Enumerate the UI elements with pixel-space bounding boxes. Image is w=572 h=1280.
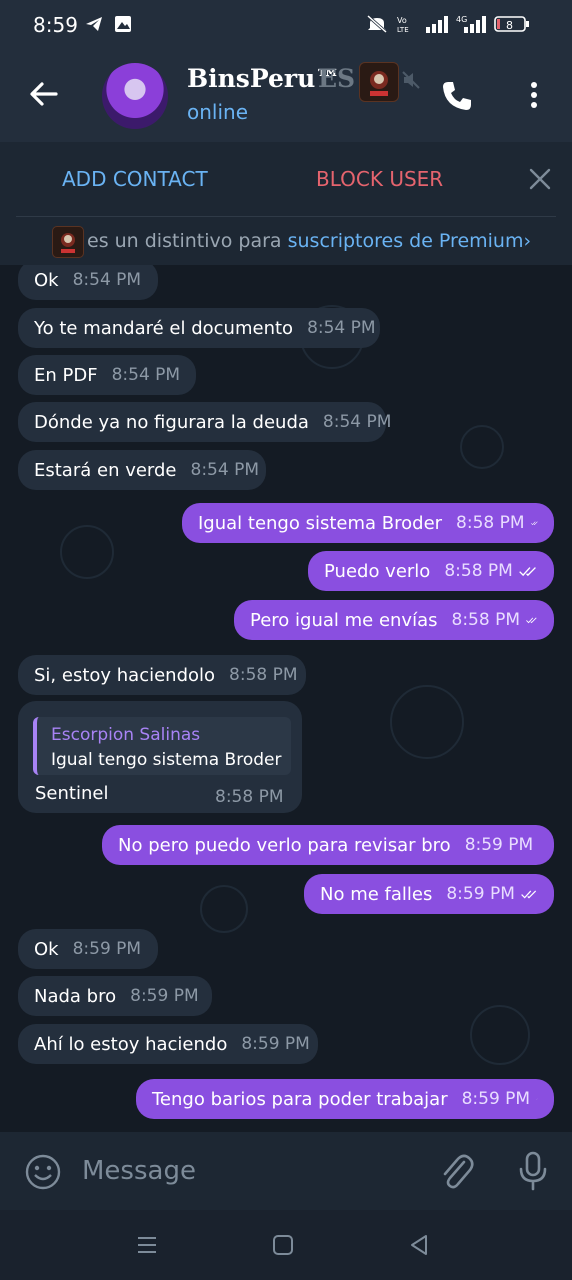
- double-check-icon: [530, 521, 538, 525]
- add-contact-button[interactable]: ADD CONTACT: [62, 167, 208, 191]
- mic-icon[interactable]: [516, 1150, 550, 1192]
- message-out[interactable]: No me falles 8:59 PM: [304, 874, 554, 914]
- message-in[interactable]: Ok 8:54 PM: [18, 265, 158, 300]
- premium-banner[interactable]: es un distintivo para suscriptores de Pr…: [0, 217, 572, 265]
- double-check-icon: [519, 567, 536, 577]
- message-in[interactable]: Ok 8:59 PM: [18, 929, 158, 969]
- message-in[interactable]: Dónde ya no figurara la deuda 8:54 PM: [18, 402, 391, 442]
- message-out[interactable]: No pero puedo verlo para revisar bro 8:59…: [102, 825, 554, 865]
- background-doodle: [470, 1005, 530, 1065]
- more-vert-icon[interactable]: [526, 80, 542, 110]
- recent-apps-icon[interactable]: [136, 1234, 158, 1256]
- premium-emoji-badge-icon: [359, 62, 399, 102]
- message-in[interactable]: Yo te mandaré el documento 8:54 PM: [18, 308, 380, 348]
- phone-icon[interactable]: [440, 79, 474, 113]
- volte-icon: VoLTE: [397, 16, 409, 34]
- contact-action-bar: ADD CONTACT BLOCK USER: [0, 142, 572, 218]
- back-nav-icon[interactable]: [408, 1234, 430, 1256]
- chevron-right-icon: ›: [523, 230, 532, 252]
- signal-4g-icon: 4G: [456, 15, 486, 33]
- chat-status: online: [187, 100, 249, 124]
- message-composer: [0, 1132, 572, 1210]
- battery-level: 8: [506, 19, 513, 32]
- emoji-icon[interactable]: [24, 1153, 62, 1191]
- message-in-reply[interactable]: Escorpion Salinas Igual tengo sistema Br…: [18, 701, 302, 813]
- signal-icon: [426, 16, 448, 33]
- double-check-icon: [521, 890, 536, 899]
- chat-header: BinsPeru™ ES online: [0, 50, 572, 142]
- premium-emoji-small-icon: [52, 226, 84, 258]
- message-in[interactable]: Si, estoy haciendolo 8:58 PM: [18, 655, 306, 695]
- single-check-icon: [536, 1098, 538, 1100]
- battery-icon: 8: [494, 16, 529, 32]
- block-user-button[interactable]: BLOCK USER: [316, 167, 443, 191]
- reply-message-time: 8:58 PM: [215, 787, 284, 807]
- message-input[interactable]: [80, 1150, 424, 1192]
- gallery-notification-icon: [115, 16, 131, 32]
- message-out[interactable]: Tengo barios para poder trabajar 8:59 PM: [136, 1079, 554, 1119]
- svg-text:LTE: LTE: [397, 26, 409, 34]
- message-in[interactable]: En PDF 8:54 PM: [18, 355, 196, 395]
- close-icon[interactable]: [529, 168, 551, 190]
- message-in[interactable]: Nada bro 8:59 PM: [18, 976, 212, 1016]
- svg-text:Vo: Vo: [397, 16, 407, 25]
- silent-icon: [367, 14, 387, 34]
- back-arrow-icon[interactable]: [26, 76, 62, 112]
- chat-messages[interactable]: Ok 8:54 PM Yo te mandaré el documento 8:54…: [0, 265, 572, 1132]
- reply-quote-name: Escorpion Salinas: [51, 725, 201, 745]
- message-out[interactable]: Pero igual me envías 8:58 PM: [234, 600, 554, 640]
- attach-icon[interactable]: [440, 1152, 474, 1190]
- premium-banner-link[interactable]: suscriptores de Premium: [288, 230, 524, 252]
- status-time: 8:59: [33, 13, 78, 37]
- background-doodle: [60, 525, 114, 579]
- message-in[interactable]: Estará en verde 8:54 PM: [18, 450, 266, 490]
- svg-text:4G: 4G: [456, 15, 467, 24]
- message-out[interactable]: Puedo verlo 8:58 PM: [308, 551, 554, 591]
- chat-title-overflow: ES: [318, 64, 356, 93]
- premium-banner-prefix: es un distintivo para: [87, 230, 288, 252]
- background-doodle: [390, 685, 464, 759]
- double-check-icon: [526, 617, 537, 624]
- message-out[interactable]: Igual tengo sistema Broder 8:58 PM: [182, 503, 554, 543]
- message-in[interactable]: Ahí lo estoy haciendo 8:59 PM: [18, 1024, 318, 1064]
- reply-message-text: Sentinel: [35, 783, 109, 804]
- home-icon[interactable]: [272, 1234, 294, 1256]
- system-nav-bar: [0, 1210, 572, 1280]
- status-bar: 8:59 Vo LTE 4G 8: [0, 0, 572, 50]
- reply-quote-text: Igual tengo sistema Broder: [51, 750, 282, 770]
- background-doodle: [460, 425, 504, 469]
- telegram-notification-icon: [86, 17, 102, 31]
- background-doodle: [200, 885, 248, 933]
- premium-banner-text: es un distintivo para suscriptores de Pr…: [87, 230, 531, 252]
- avatar[interactable]: [102, 63, 168, 129]
- reply-quote[interactable]: Escorpion Salinas Igual tengo sistema Br…: [33, 717, 291, 775]
- mute-icon: [402, 71, 420, 89]
